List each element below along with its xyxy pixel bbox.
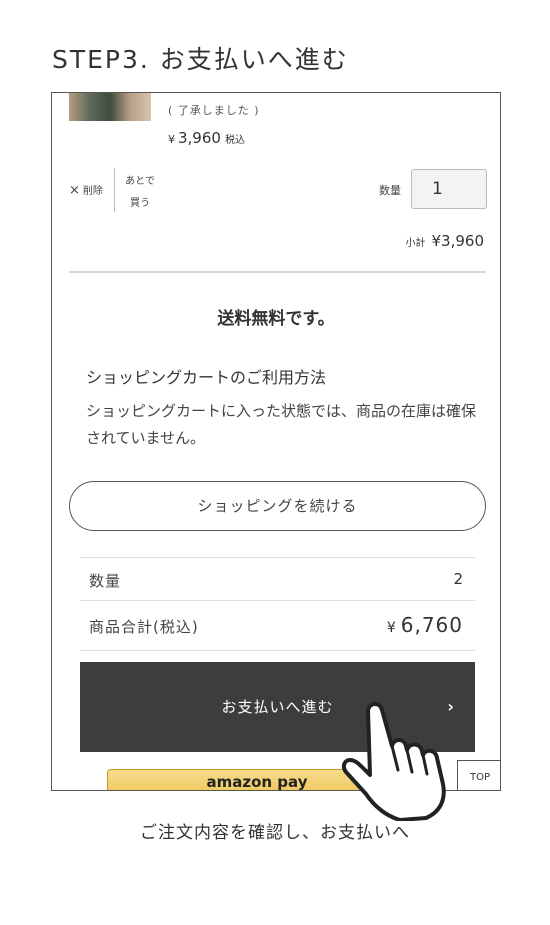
product-note: ( 了承しました ) [168,104,260,117]
usage-title: ショッピングカートのご利用方法 [86,368,327,387]
step-heading: STEP3. お支払いへ進む [52,45,349,74]
back-to-top-button[interactable]: TOP [457,760,500,790]
phone-screen: ( 了承しました ) ¥3,960 税込 × 削除 あとで 買う 数量 1 小計 ¥3… [51,92,501,791]
summary-total-label: 商品合計(税込) [89,618,199,636]
section-divider [69,271,486,273]
item-price: ¥3,960 税込 [168,129,245,147]
buy-later-line1: あとで [125,176,155,187]
summary-total-row: 商品合計(税込) ¥6,760 [80,602,475,651]
close-icon: × [69,183,80,198]
delete-label: 削除 [82,186,103,197]
delete-button[interactable]: × 削除 [69,182,103,198]
total-yen: ¥ [386,620,397,636]
quantity-input[interactable]: 1 [411,169,487,209]
summary-qty-value: 2 [453,570,463,588]
item-subtotal: 小計 ¥3,960 [406,232,485,250]
buy-later-line2: 買う [130,198,150,209]
summary-total-value: ¥6,760 [387,613,463,637]
action-divider [114,168,115,212]
summary-qty-label: 数量 [89,572,122,590]
subtotal-value: ¥3,960 [431,232,485,250]
continue-shopping-button[interactable]: ショッピングを続ける [69,481,486,531]
checkout-label: お支払いへ進む [221,698,334,716]
buy-later-button[interactable]: あとで 買う [122,171,158,215]
subtotal-label: 小計 [405,238,426,249]
product-thumbnail[interactable] [69,93,151,121]
tax-label: 税込 [224,135,245,146]
price-value: 3,960 [178,129,221,147]
step-caption: ご注文内容を確認し、お支払いへ [140,823,410,843]
yen-symbol: ¥ [168,133,175,146]
hand-pointer-icon [341,702,446,821]
summary-quantity-row: 数量 2 [80,557,475,601]
usage-body: ショッピングカートに入った状態では、商品の在庫は確保されていません。 [86,402,477,447]
quantity-label: 数量 [379,184,401,197]
total-amount: 6,760 [400,613,463,637]
free-shipping-message: 送料無料です。 [217,309,335,329]
